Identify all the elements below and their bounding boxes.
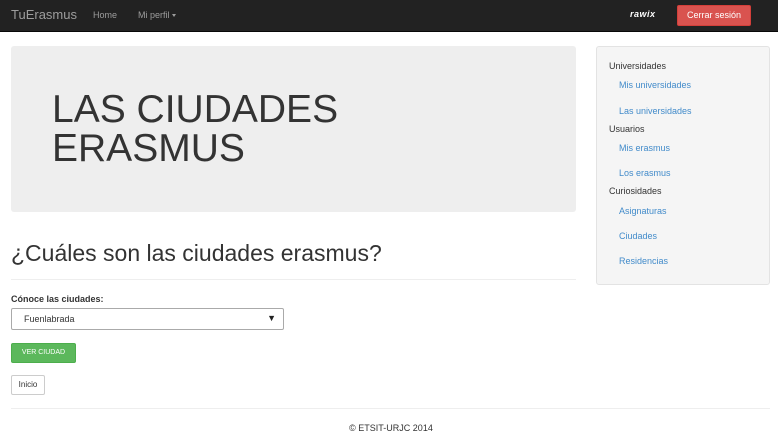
sidebar-heading-usuarios: Usuarios (609, 124, 645, 134)
footer-copyright: © ETSIT-URJC 2014 (349, 423, 433, 433)
view-city-button[interactable]: VER CIUDAD (11, 343, 76, 363)
sidebar-item-residencias[interactable]: Residencias (619, 256, 668, 266)
jumbotron: LAS CIUDADES ERASMUS (11, 46, 576, 212)
caret-down-icon (171, 14, 176, 18)
city-select-value: Fuenlabrada (24, 314, 75, 324)
sidebar-item-mis-universidades[interactable]: Mis universidades (619, 80, 691, 90)
sidebar-heading-curiosidades: Curiosidades (609, 186, 662, 196)
page-heading: ¿Cuáles son las ciudades erasmus? (11, 240, 382, 266)
nav-profile-label: Mi perfil (138, 10, 170, 20)
sidebar: Universidades Mis universidades Las univ… (596, 46, 770, 285)
city-select-label: Cónoce las ciudades: (11, 294, 104, 304)
username-label: rawix (630, 9, 656, 19)
top-navbar: TuErasmus Home Mi perfil rawix Cerrar se… (0, 0, 778, 32)
city-select[interactable]: Fuenlabrada ▼ (11, 308, 284, 330)
home-button[interactable]: Inicio (11, 375, 45, 395)
jumbotron-title: LAS CIUDADES ERASMUS (52, 88, 339, 170)
sidebar-item-los-erasmus[interactable]: Los erasmus (619, 168, 671, 178)
nav-profile-dropdown[interactable]: Mi perfil (138, 10, 176, 20)
divider (11, 279, 576, 280)
sidebar-item-ciudades[interactable]: Ciudades (619, 231, 657, 241)
brand-link[interactable]: TuErasmus (11, 7, 77, 22)
sidebar-item-las-universidades[interactable]: Las universidades (619, 106, 692, 116)
logout-button[interactable]: Cerrar sesión (677, 5, 751, 26)
footer-divider (11, 408, 770, 409)
sidebar-item-mis-erasmus[interactable]: Mis erasmus (619, 143, 670, 153)
select-arrow-icon: ▼ (267, 313, 276, 323)
nav-home-link[interactable]: Home (93, 10, 117, 20)
sidebar-heading-universidades: Universidades (609, 61, 667, 71)
sidebar-item-asignaturas[interactable]: Asignaturas (619, 206, 667, 216)
